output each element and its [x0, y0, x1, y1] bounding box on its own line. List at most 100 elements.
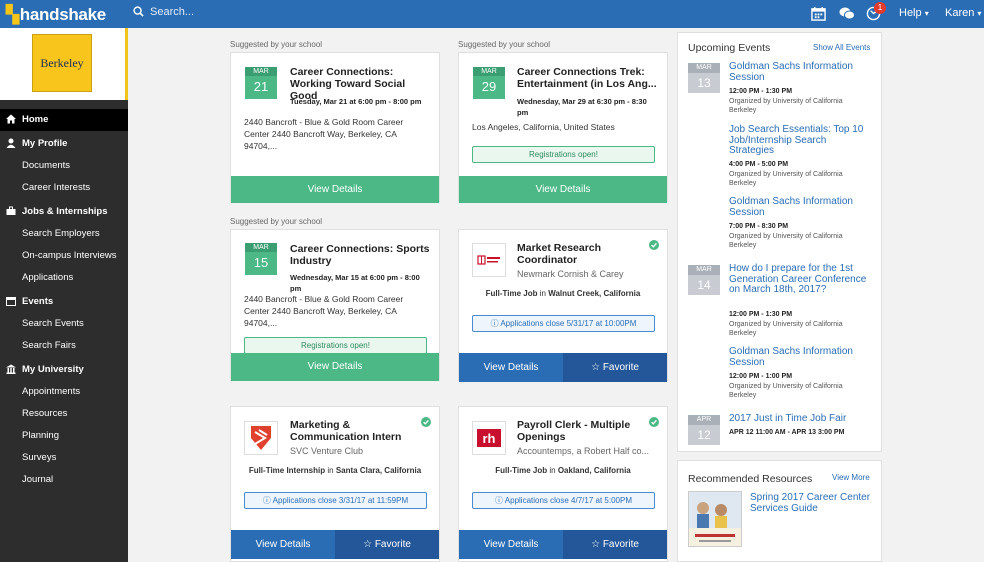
star-icon: ☆	[591, 362, 601, 373]
event-title-link[interactable]: Goldman Sachs Information Session	[729, 196, 871, 218]
job-title[interactable]: Market Research Coordinator	[517, 242, 642, 266]
event-title-link[interactable]: Goldman Sachs Information Session	[729, 61, 871, 83]
view-details-button[interactable]: View Details	[459, 176, 667, 203]
sidebar-item-label: Career Interests	[22, 182, 91, 193]
event-card[interactable]: MAR 21 Career Connections: Working Toward…	[230, 52, 440, 203]
application-deadline: ⓘ Applications close 3/31/17 at 11:59PM	[244, 492, 427, 509]
view-details-button[interactable]: View Details	[231, 353, 439, 381]
sidebar-item-applications[interactable]: Applications	[0, 267, 128, 289]
favorite-label: Favorite	[602, 539, 639, 550]
event-address: 2440 Bancroft - Blue & Gold Room Career …	[244, 117, 404, 151]
sidebar-item-my-profile[interactable]: My Profile	[0, 133, 128, 155]
resource-title-link[interactable]: Spring 2017 Career Center Services Guide	[750, 492, 875, 514]
event-title-link[interactable]: Goldman Sachs Information Session	[729, 346, 871, 368]
user-menu[interactable]: Karen ▾	[945, 7, 981, 19]
view-details-button[interactable]: View Details	[459, 530, 563, 559]
company-logo	[244, 421, 278, 455]
event-time: 7:00 PM - 8:30 PM	[729, 223, 789, 230]
sidebar-item-label: Jobs & Internships	[22, 206, 108, 217]
job-card[interactable]: rh Payroll Clerk - Multiple Openings Acc…	[458, 406, 668, 562]
briefcase-icon	[6, 206, 16, 215]
resource-thumbnail[interactable]	[688, 491, 742, 547]
search-input[interactable]: Search...	[133, 6, 194, 18]
sidebar: Berkeley Home My Profile Documents Caree…	[0, 28, 128, 562]
view-more-link[interactable]: View More	[832, 473, 870, 482]
sidebar-item-on-campus-interviews[interactable]: On-campus Interviews	[0, 245, 128, 267]
sidebar-item-surveys[interactable]: Surveys	[0, 447, 128, 469]
event-day: 21	[253, 79, 269, 94]
event-date-badge: APR 12	[688, 415, 720, 445]
sidebar-item-search-employers[interactable]: Search Employers	[0, 223, 128, 245]
event-title-link[interactable]: How do I prepare for the 1st Generation …	[729, 263, 871, 296]
calendar-icon[interactable]	[811, 6, 826, 21]
event-organizer: Organized by University of California Be…	[729, 383, 843, 399]
sidebar-item-appointments[interactable]: Appointments	[0, 381, 128, 403]
check-circle-icon	[649, 240, 659, 250]
school-logo[interactable]: Berkeley	[32, 34, 92, 92]
favorite-button[interactable]: ☆ Favorite	[335, 530, 439, 559]
event-title-link[interactable]: 2017 Just in Time Job Fair	[729, 413, 871, 425]
event-title-link[interactable]: Job Search Essentials: Top 10 Job/Intern…	[729, 124, 871, 157]
info-icon: ⓘ	[262, 496, 271, 505]
job-card[interactable]: Marketing & Communication Intern SVC Ven…	[230, 406, 440, 562]
sidebar-item-search-events[interactable]: Search Events	[0, 313, 128, 335]
upcoming-events-heading: Upcoming Events	[688, 42, 771, 54]
sidebar-item-journal[interactable]: Journal	[0, 469, 128, 491]
school-logo-area: Berkeley	[0, 28, 128, 100]
star-icon: ☆	[363, 539, 373, 550]
job-card[interactable]: Market Research Coordinator Newmark Corn…	[458, 229, 668, 382]
sidebar-item-label: My University	[22, 364, 84, 375]
event-month: MAR	[688, 265, 720, 275]
event-title[interactable]: Career Connections Trek: Entertainment (…	[517, 66, 661, 90]
help-menu[interactable]: Help ▾	[899, 7, 929, 19]
event-title[interactable]: Career Connections: Sports Industry	[290, 243, 432, 267]
sidebar-item-label: Events	[22, 296, 54, 307]
event-card[interactable]: MAR 15 Career Connections: Sports Industr…	[230, 229, 440, 381]
sidebar-item-home[interactable]: Home	[0, 109, 128, 131]
favorite-button[interactable]: ☆ Favorite	[563, 353, 667, 382]
view-details-button[interactable]: View Details	[231, 176, 439, 203]
job-type: Full-Time Job	[485, 289, 538, 298]
chevron-down-icon: ▾	[977, 9, 982, 18]
view-details-button[interactable]: View Details	[459, 353, 563, 382]
deadline-text: Applications close 3/31/17 at 11:59PM	[272, 496, 409, 505]
event-day: 29	[481, 79, 497, 94]
handshake-logo[interactable]: ▚handshake	[6, 5, 106, 25]
deadline-text: Applications close 4/7/17 at 5:00PM	[504, 496, 632, 505]
event-time: 12:00 PM - 1:30 PM	[729, 88, 793, 95]
event-time: 4:00 PM - 5:00 PM	[729, 161, 789, 168]
view-details-button[interactable]: View Details	[231, 530, 335, 559]
star-icon: ☆	[591, 539, 601, 550]
company-logo	[472, 243, 506, 277]
registrations-open-badge: Registrations open!	[472, 146, 655, 163]
sidebar-item-jobs-internships[interactable]: Jobs & Internships	[0, 201, 128, 223]
messages-icon[interactable]	[839, 6, 855, 21]
sidebar-item-my-university[interactable]: My University	[0, 359, 128, 381]
job-in: in	[327, 466, 334, 475]
recommended-resources-heading: Recommended Resources	[688, 473, 813, 485]
registrations-open-badge: Registrations open!	[244, 337, 427, 354]
sidebar-item-label: Documents	[22, 160, 71, 171]
sidebar-item-label: Applications	[22, 272, 74, 283]
event-card[interactable]: MAR 29 Career Connections Trek: Entertain…	[458, 52, 668, 203]
job-title[interactable]: Marketing & Communication Intern	[290, 419, 415, 443]
sidebar-item-planning[interactable]: Planning	[0, 425, 128, 447]
company-logo: rh	[472, 421, 506, 455]
company-name[interactable]: SVC Venture Club	[290, 446, 363, 456]
sidebar-item-events[interactable]: Events	[0, 291, 128, 313]
search-placeholder: Search...	[150, 6, 195, 18]
sidebar-item-search-fairs[interactable]: Search Fairs	[0, 335, 128, 357]
sidebar-item-resources[interactable]: Resources	[0, 403, 128, 425]
sidebar-item-documents[interactable]: Documents	[0, 155, 128, 177]
university-icon	[6, 364, 16, 374]
event-month: MAR	[688, 63, 720, 73]
job-title[interactable]: Payroll Clerk - Multiple Openings	[517, 419, 642, 443]
info-icon: ⓘ	[495, 496, 504, 505]
notification-badge: 1	[874, 2, 886, 14]
show-all-events-link[interactable]: Show All Events	[813, 43, 870, 52]
company-name[interactable]: Accountemps, a Robert Half co...	[517, 446, 649, 456]
home-icon	[6, 114, 16, 124]
sidebar-item-career-interests[interactable]: Career Interests	[0, 177, 128, 199]
favorite-button[interactable]: ☆ Favorite	[563, 530, 667, 559]
company-name[interactable]: Newmark Cornish & Carey	[517, 269, 624, 279]
